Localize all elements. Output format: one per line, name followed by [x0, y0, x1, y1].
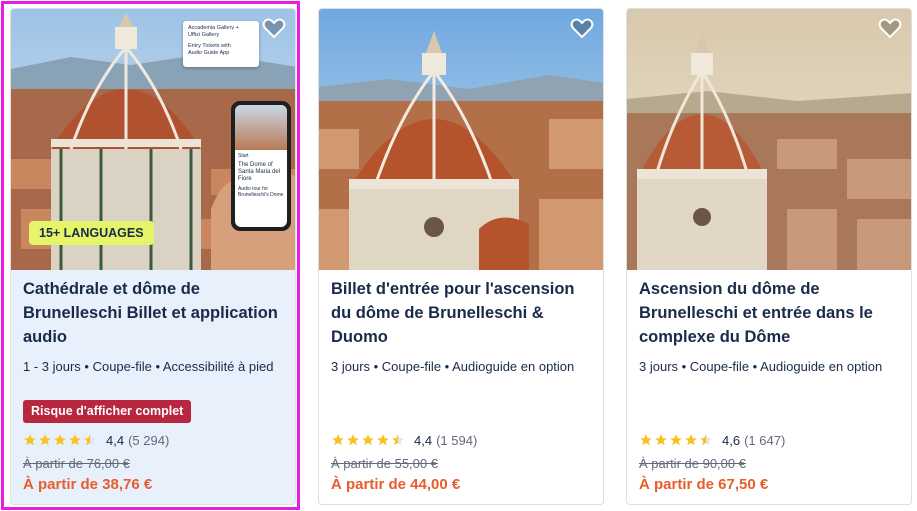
original-price: À partir de 76,00 €	[23, 456, 130, 471]
activity-title[interactable]: Billet d'entrée pour l'ascension du dôme…	[331, 277, 593, 349]
star-rating-icons	[23, 433, 98, 447]
duomo-image	[627, 9, 911, 270]
star-rating-icons	[639, 433, 714, 447]
activity-card[interactable]: Accademia Gallery + Uffizi Gallery Entry…	[10, 8, 296, 505]
activity-photo[interactable]	[627, 9, 911, 270]
star-icon	[362, 434, 374, 446]
activity-photo[interactable]: Accademia Gallery + Uffizi Gallery Entry…	[11, 9, 295, 270]
phone-overlay: Start The Dome of Santa Maria del Fiore …	[231, 101, 291, 231]
rating: 4,6 (1 647)	[639, 431, 785, 449]
activity-meta: 3 jours • Coupe-file • Audioguide en opt…	[639, 359, 883, 374]
star-icon	[332, 434, 344, 446]
rating-score: 4,6	[722, 432, 741, 448]
star-icon	[655, 434, 667, 446]
rating-score: 4,4	[106, 432, 125, 448]
activity-card[interactable]: Billet d'entrée pour l'ascension du dôme…	[318, 8, 604, 505]
ticket-overlay: Accademia Gallery + Uffizi Gallery Entry…	[183, 21, 259, 67]
rating: 4,4 (5 294)	[23, 431, 169, 449]
activity-meta: 1 - 3 jours • Coupe-file • Accessibilité…	[23, 359, 274, 374]
original-price: À partir de 55,00 €	[331, 456, 438, 471]
phone-subtitle: Audio tour for Brunelleschi's Dome	[238, 186, 284, 198]
discounted-price: À partir de 67,50 €	[639, 476, 769, 493]
star-icon	[39, 434, 51, 446]
languages-badge: 15+ LANGUAGES	[29, 221, 154, 245]
review-count: (5 294)	[128, 432, 170, 448]
phone-tab: Start	[238, 153, 249, 159]
star-icon	[347, 434, 359, 446]
activity-photo[interactable]	[319, 9, 603, 270]
review-count: (1 594)	[436, 432, 478, 448]
star-half-icon	[700, 434, 712, 446]
star-rating-icons	[331, 433, 406, 447]
heart-outline-icon[interactable]	[261, 15, 287, 41]
activity-meta: 3 jours • Coupe-file • Audioguide en opt…	[331, 359, 575, 374]
heart-outline-icon[interactable]	[877, 15, 903, 41]
likely-to-sell-out-badge: Risque d'afficher complet	[23, 400, 192, 423]
activity-title[interactable]: Ascension du dôme de Brunelleschi et ent…	[639, 277, 901, 349]
star-icon	[377, 434, 389, 446]
star-icon	[24, 434, 36, 446]
star-icon	[670, 434, 682, 446]
phone-title: The Dome of Santa Maria del Fiore	[238, 162, 281, 182]
star-icon	[69, 434, 81, 446]
discounted-price: À partir de 38,76 €	[23, 476, 153, 493]
original-price: À partir de 90,00 €	[639, 456, 746, 471]
star-icon	[685, 434, 697, 446]
rating-score: 4,4	[414, 432, 433, 448]
star-half-icon	[392, 434, 404, 446]
discounted-price: À partir de 44,00 €	[331, 476, 461, 493]
star-icon	[640, 434, 652, 446]
activity-card[interactable]: Ascension du dôme de Brunelleschi et ent…	[626, 8, 912, 505]
duomo-image	[319, 9, 603, 270]
rating: 4,4 (1 594)	[331, 431, 477, 449]
heart-outline-icon[interactable]	[569, 15, 595, 41]
star-half-icon	[84, 434, 96, 446]
star-icon	[54, 434, 66, 446]
phone-screen-image	[235, 105, 287, 150]
review-count: (1 647)	[744, 432, 786, 448]
activity-title[interactable]: Cathédrale et dôme de Brunelleschi Bille…	[23, 277, 285, 349]
